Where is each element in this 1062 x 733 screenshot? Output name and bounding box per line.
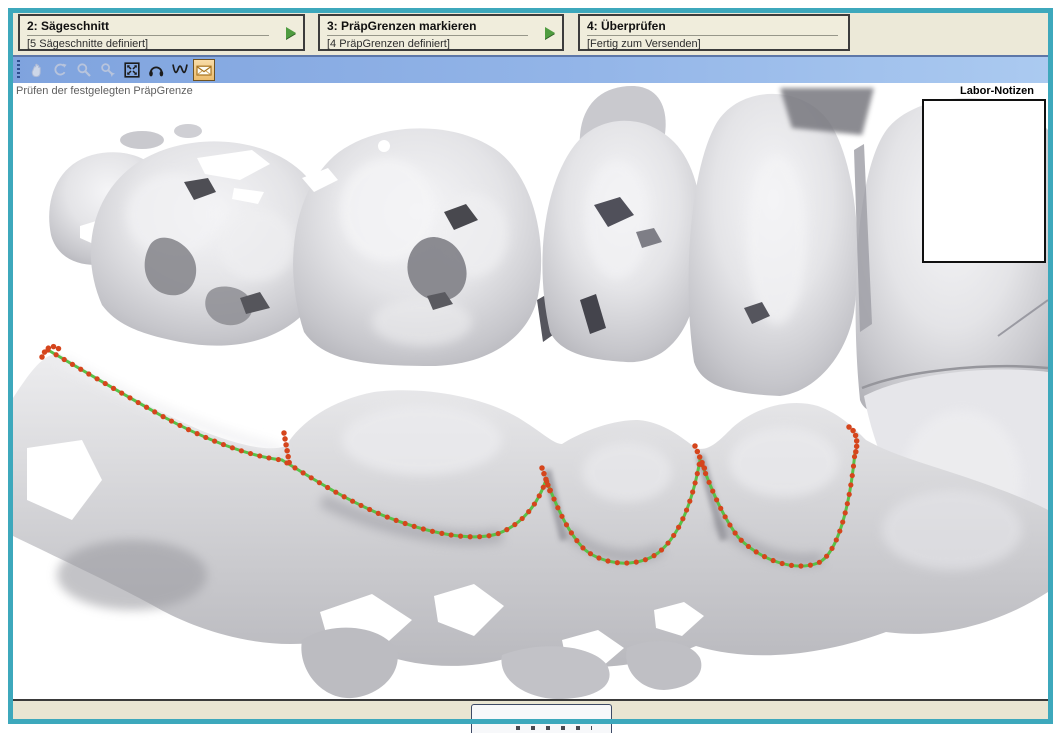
3d-model-viewport[interactable]: Prüfen der festgelegten PräpGrenze Labor… [13,83,1048,699]
toolbar-grip-handle[interactable] [17,60,20,80]
rotate-view-button[interactable] [49,59,71,81]
fit-view-button[interactable] [121,59,143,81]
step-title: 3: PräpGrenzen markieren [327,19,528,36]
viewport-status-text: Prüfen der festgelegten PräpGrenze [16,85,193,97]
rotate-view-icon [50,60,70,80]
send-case-button[interactable] [193,59,215,81]
show-occlusion-button[interactable] [145,59,167,81]
clipped-button-label [516,726,592,730]
step-box-praepgrenzen[interactable]: 3: PräpGrenzen markieren [4 PräpGrenzen … [318,14,564,51]
pan-hand-button[interactable] [25,59,47,81]
step-done-arrow-icon [286,27,296,39]
headset-icon [146,60,166,80]
zoom-select-button[interactable] [97,59,119,81]
step-title: 4: Überprüfen [587,19,838,36]
lab-notes-textarea[interactable] [922,99,1046,263]
zoom-button[interactable] [73,59,95,81]
view-toolbar [13,55,1048,83]
step-box-ueberpruefen[interactable]: 4: Überprüfen [Fertig zum Versenden] [578,14,850,51]
send-envelope-icon [194,60,214,80]
workflow-step-bar: 2: Sägeschnitt [5 Sägeschnitte definiert… [13,13,1048,55]
step-status: [5 Sägeschnitte definiert] [27,36,297,50]
lab-notes-panel: Labor-Notizen [922,83,1046,263]
fit-view-icon [122,60,142,80]
app-window: 2: Sägeschnitt [5 Sägeschnitte definiert… [13,13,1048,719]
step-status: [4 PräpGrenzen definiert] [327,36,556,50]
lab-notes-title: Labor-Notizen [922,83,1046,98]
zoom-magnifier-icon [74,60,94,80]
step-status: [Fertig zum Versenden] [587,36,842,50]
step-box-saegeschnitt[interactable]: 2: Sägeschnitt [5 Sägeschnitte definiert… [18,14,305,51]
pan-hand-icon [26,60,46,80]
dental-scan-model [13,83,1048,699]
margin-line-tool-button[interactable] [169,59,191,81]
step-done-arrow-icon [545,27,555,39]
bottom-popup-button[interactable] [471,704,612,733]
step-title: 2: Sägeschnitt [27,19,269,36]
margin-line-w-icon [170,60,190,80]
zoom-select-icon [98,60,118,80]
